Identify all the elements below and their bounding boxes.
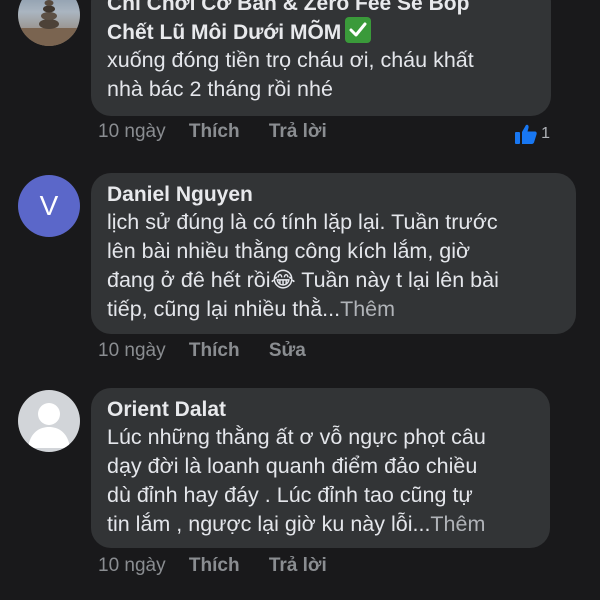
tears-of-joy-emoji-icon: 😂	[270, 268, 296, 292]
comment-time[interactable]: 10 ngày	[98, 340, 166, 362]
comment-actions: 10 ngày Thích Trả lời	[98, 121, 351, 143]
comment-bubble[interactable]: Daniel Nguyen lịch sử đúng là có tính lặ…	[91, 173, 576, 334]
comment-text: xuống đóng tiền trọ cháu ơi, cháu khất n…	[107, 46, 535, 104]
comment-line: lên bài nhiều thằng công kích lắm, giờ	[107, 239, 471, 263]
stacked-stones-icon	[18, 0, 80, 46]
avatar[interactable]	[18, 0, 80, 46]
like-button[interactable]: Thích	[189, 340, 240, 362]
default-user-icon	[28, 403, 70, 448]
comment-line: xuống đóng tiền trọ cháu ơi, cháu khất	[107, 48, 474, 72]
see-more-link[interactable]: Thêm	[340, 297, 395, 321]
comment-text: Lúc những thằng ất ơ vỗ ngực phọt câu dạ…	[107, 423, 534, 539]
comments-screen: Chỉ Chơi Cơ Bản & Zero Fee Sẽ Bóp Chết L…	[0, 0, 600, 600]
comment-author[interactable]: Orient Dalat	[107, 396, 534, 423]
author-name-line1[interactable]: Chỉ Chơi Cơ Bản & Zero Fee Sẽ Bóp	[107, 0, 535, 17]
comment-line: tin lắm , ngược lại giờ ku này lỗi...Thê…	[107, 512, 486, 536]
comment-author[interactable]: Chỉ Chơi Cơ Bản & Zero Fee Sẽ Bóp Chết L…	[107, 0, 535, 46]
avatar[interactable]: V	[18, 175, 80, 237]
comment-actions: 10 ngày Thích Trả lời	[98, 555, 351, 577]
comment-line: dù đỉnh hay đáy . Lúc đỉnh tao cũng tự	[107, 483, 473, 507]
see-more-link[interactable]: Thêm	[430, 512, 485, 536]
comment-line: nhà bác 2 tháng rồi nhé	[107, 77, 333, 101]
reaction-summary[interactable]: 1	[514, 123, 550, 145]
thumbs-up-icon	[515, 124, 537, 144]
comment-text: lịch sử đúng là có tính lặp lại. Tuần tr…	[107, 208, 560, 324]
reply-button[interactable]: Trả lời	[269, 555, 327, 577]
reaction-count: 1	[541, 125, 550, 142]
comment-bubble[interactable]: Chỉ Chơi Cơ Bản & Zero Fee Sẽ Bóp Chết L…	[91, 0, 551, 116]
comment-line: dạy đời là loanh quanh điểm đảo chiều	[107, 454, 478, 478]
comment-line: đang ở đê hết rồi😂 Tuần này t lại lên bà…	[107, 268, 499, 292]
comment-time[interactable]: 10 ngày	[98, 555, 166, 577]
check-mark-button-icon	[345, 17, 372, 43]
comment-bubble[interactable]: Orient Dalat Lúc những thằng ất ơ vỗ ngự…	[91, 388, 550, 548]
comment-author[interactable]: Daniel Nguyen	[107, 181, 560, 208]
edit-button[interactable]: Sửa	[269, 340, 306, 362]
like-button[interactable]: Thích	[189, 121, 240, 143]
avatar-letter: V	[39, 190, 59, 221]
comment-line: Lúc những thằng ất ơ vỗ ngực phọt câu	[107, 425, 486, 449]
avatar[interactable]	[18, 390, 80, 452]
reply-button[interactable]: Trả lời	[269, 121, 327, 143]
author-name-line2[interactable]: Chết Lũ Môi Dưới MÕM	[107, 21, 341, 44]
comment-actions: 10 ngày Thích Sửa	[98, 340, 330, 362]
comment-line: lịch sử đúng là có tính lặp lại. Tuần tr…	[107, 210, 498, 234]
like-button[interactable]: Thích	[189, 555, 240, 577]
comment-time[interactable]: 10 ngày	[98, 121, 166, 143]
comment-line: tiếp, cũng lại nhiều thằ...Thêm	[107, 297, 396, 321]
